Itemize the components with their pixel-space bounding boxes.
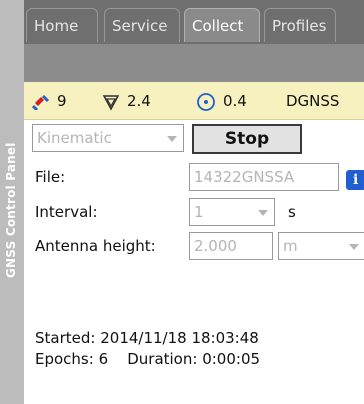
antenna-unit-value: m bbox=[283, 237, 298, 255]
interval-unit: s bbox=[288, 203, 296, 221]
solution-type: DGNSS bbox=[286, 92, 340, 110]
tab-content-header bbox=[24, 44, 364, 82]
epochs-label: Epochs: bbox=[35, 350, 94, 368]
tab-bar: Home Service Collect Profiles bbox=[24, 0, 364, 44]
file-label: File: bbox=[35, 168, 66, 186]
pdop-value: 2.4 bbox=[127, 92, 151, 110]
dop-triangle-icon bbox=[102, 94, 120, 111]
antenna-unit-select[interactable]: m bbox=[278, 232, 364, 260]
tab-collect[interactable]: Collect bbox=[184, 8, 260, 42]
duration-value: 0:00:05 bbox=[202, 350, 261, 368]
file-name-field[interactable]: 14322GNSSA bbox=[189, 163, 339, 191]
interval-label: Interval: bbox=[35, 203, 98, 221]
status-bar: 9 2.4 0.4 DGNSS bbox=[24, 82, 364, 120]
precision-value: 0.4 bbox=[223, 92, 247, 110]
satellites-status: 9 bbox=[31, 82, 67, 120]
mode-select-value: Kinematic bbox=[37, 129, 112, 147]
tab-home[interactable]: Home bbox=[26, 8, 98, 42]
started-value: 2014/11/18 18:03:48 bbox=[100, 329, 259, 347]
precision-target-icon bbox=[197, 92, 215, 111]
interval-select-value: 1 bbox=[194, 203, 204, 221]
mode-select[interactable]: Kinematic bbox=[32, 124, 184, 152]
started-label: Started: bbox=[35, 329, 96, 347]
chevron-down-icon bbox=[258, 210, 268, 216]
interval-select[interactable]: 1 bbox=[189, 198, 275, 226]
antenna-height-label: Antenna height: bbox=[35, 237, 156, 255]
duration-label: Duration: bbox=[127, 350, 198, 368]
tab-profiles[interactable]: Profiles bbox=[264, 8, 336, 42]
precision-status: 0.4 bbox=[196, 82, 247, 120]
pdop-status: 2.4 bbox=[102, 82, 151, 120]
satellite-icon bbox=[31, 94, 50, 111]
side-panel-title: GNSS Control Panel bbox=[4, 142, 18, 278]
side-panel: GNSS Control Panel bbox=[0, 0, 24, 404]
chevron-down-icon bbox=[167, 136, 177, 142]
chevron-down-icon bbox=[349, 244, 359, 250]
info-button[interactable]: i bbox=[346, 170, 364, 190]
antenna-height-field[interactable]: 2.000 bbox=[189, 232, 273, 260]
session-info: Started: 2014/11/18 18:03:48 Epochs: 6 D… bbox=[35, 328, 260, 370]
satellite-count: 9 bbox=[57, 92, 67, 110]
info-icon: i bbox=[353, 172, 359, 188]
stop-button[interactable]: Stop bbox=[192, 124, 302, 154]
epochs-value: 6 bbox=[98, 350, 109, 368]
tab-service[interactable]: Service bbox=[104, 8, 180, 42]
